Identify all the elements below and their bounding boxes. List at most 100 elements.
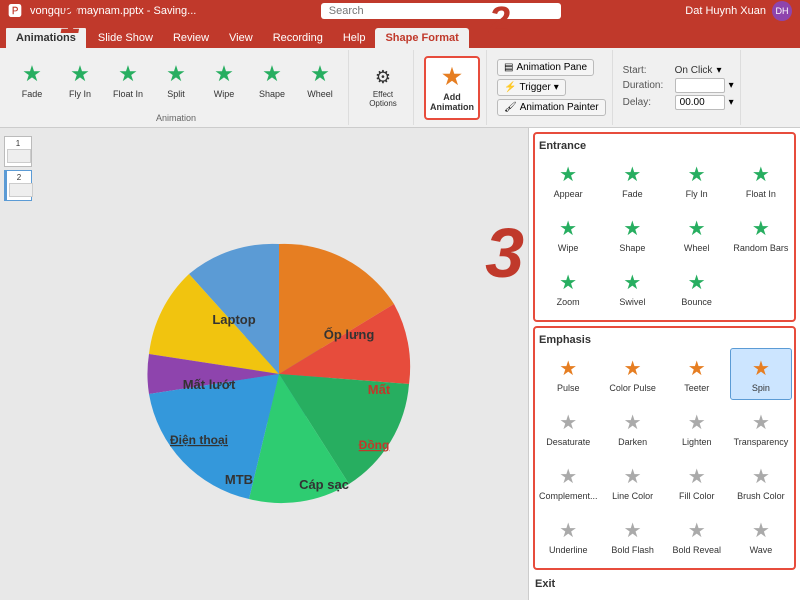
anim-wave[interactable]: ★ Wave bbox=[730, 510, 792, 562]
transparency-label: Transparency bbox=[734, 437, 789, 447]
tab-recording[interactable]: Recording bbox=[263, 28, 333, 48]
anim-darken[interactable]: ★ Darken bbox=[602, 402, 664, 454]
anim-exit-3[interactable]: ▲ bbox=[666, 592, 730, 600]
tab-slideshow[interactable]: Slide Show bbox=[88, 28, 163, 48]
anim-flyin-panel[interactable]: ★ Fly In bbox=[666, 154, 728, 206]
anim-wipe-panel[interactable]: ★ Wipe bbox=[537, 208, 599, 260]
split-label: Split bbox=[167, 89, 185, 99]
trigger-button[interactable]: ⚡ Trigger ▾ bbox=[497, 79, 566, 96]
anim-linecolor[interactable]: ★ Line Color bbox=[602, 456, 664, 508]
flyin-icon: ★ bbox=[70, 61, 90, 87]
tab-view[interactable]: View bbox=[219, 28, 263, 48]
anim-bounce[interactable]: ★ Bounce bbox=[666, 262, 728, 314]
anim-fade[interactable]: ★ Fade bbox=[10, 52, 54, 108]
anim-zoom[interactable]: ★ Zoom bbox=[537, 262, 599, 314]
anim-floatin[interactable]: ★ Float In bbox=[106, 52, 150, 108]
anim-boldreveal[interactable]: ★ Bold Reveal bbox=[666, 510, 728, 562]
anim-lighten[interactable]: ★ Lighten bbox=[666, 402, 728, 454]
split-icon: ★ bbox=[166, 61, 186, 87]
spin-icon: ★ bbox=[752, 356, 770, 381]
anim-boldflash[interactable]: ★ Bold Flash bbox=[602, 510, 664, 562]
shape-anim-icon: ★ bbox=[262, 61, 282, 87]
animation-painter-button[interactable]: 🖌 Animation Painter bbox=[497, 99, 606, 116]
anim-shape[interactable]: ★ Shape bbox=[250, 52, 294, 108]
wipe-panel-icon: ★ bbox=[559, 216, 577, 241]
slide-thumb-2[interactable]: 2 bbox=[4, 170, 32, 201]
titlebar-center bbox=[196, 3, 685, 19]
search-input[interactable] bbox=[321, 3, 561, 19]
anim-appear[interactable]: ★ Appear bbox=[537, 154, 599, 206]
underline-label: Underline bbox=[549, 545, 588, 555]
shape-label: Shape bbox=[259, 89, 285, 99]
anim-floatin-panel[interactable]: ★ Float In bbox=[730, 154, 792, 206]
duration-input[interactable] bbox=[675, 78, 725, 93]
anim-fade-panel[interactable]: ★ Fade bbox=[601, 154, 663, 206]
boldreveal-icon: ★ bbox=[688, 518, 706, 543]
tab-review[interactable]: Review bbox=[163, 28, 219, 48]
underline-icon: ★ bbox=[559, 518, 577, 543]
anim-fillcolor[interactable]: ★ Fill Color bbox=[666, 456, 728, 508]
duration-chevron[interactable]: ▾ bbox=[729, 80, 734, 91]
teeter-label: Teeter bbox=[684, 383, 709, 393]
tab-help[interactable]: Help bbox=[333, 28, 376, 48]
delay-row: Delay: ▾ bbox=[623, 95, 734, 110]
svg-text:Cáp sạc: Cáp sạc bbox=[299, 477, 349, 492]
anim-teeter[interactable]: ★ Teeter bbox=[666, 348, 728, 400]
anim-transparency[interactable]: ★ Transparency bbox=[730, 402, 792, 454]
anim-desaturate[interactable]: ★ Desaturate bbox=[537, 402, 600, 454]
app-icon: 🅿 bbox=[8, 1, 22, 21]
anim-complement[interactable]: ★ Complement... bbox=[537, 456, 600, 508]
anim-wheel-panel[interactable]: ★ Wheel bbox=[666, 208, 728, 260]
tab-animations[interactable]: Animations bbox=[4, 26, 88, 48]
randombars-label: Random Bars bbox=[733, 243, 788, 253]
start-chevron[interactable]: ▾ bbox=[716, 65, 721, 76]
pulse-label: Pulse bbox=[557, 383, 580, 393]
anim-flyin[interactable]: ★ Fly In bbox=[58, 52, 102, 108]
complement-label: Complement... bbox=[539, 491, 598, 501]
darken-icon: ★ bbox=[624, 410, 642, 435]
tab-shape-format[interactable]: Shape Format bbox=[375, 28, 468, 48]
lighten-icon: ★ bbox=[688, 410, 706, 435]
user-avatar: DH bbox=[772, 1, 792, 21]
anim-wipe[interactable]: ★ Wipe bbox=[202, 52, 246, 108]
anim-swivel[interactable]: ★ Swivel bbox=[601, 262, 663, 314]
desaturate-label: Desaturate bbox=[546, 437, 590, 447]
anim-underline[interactable]: ★ Underline bbox=[537, 510, 600, 562]
anim-exit-1[interactable]: ★ bbox=[533, 592, 597, 600]
annotation-3: 3 bbox=[485, 218, 524, 288]
anim-spin[interactable]: ★ Spin bbox=[730, 348, 792, 400]
fade-panel-icon: ★ bbox=[623, 162, 641, 187]
start-val: On Click bbox=[675, 65, 713, 76]
anim-wheel[interactable]: ★ Wheel bbox=[298, 52, 342, 108]
brushcolor-icon: ★ bbox=[752, 464, 770, 489]
add-animation-button[interactable]: ★ AddAnimation bbox=[424, 56, 480, 120]
emphasis-section: Emphasis ★ Pulse ★ Color Pulse ★ Teeter … bbox=[533, 326, 796, 570]
bounce-label: Bounce bbox=[681, 297, 712, 307]
trigger-icon: ⚡ bbox=[504, 82, 516, 93]
effect-options-btn[interactable]: ⚙ Effect Options bbox=[359, 60, 407, 116]
duration-row: Duration: ▾ bbox=[623, 78, 734, 93]
slide-thumb-1[interactable]: 1 bbox=[4, 136, 32, 167]
randombars-icon: ★ bbox=[752, 216, 770, 241]
anim-randombars[interactable]: ★ Random Bars bbox=[730, 208, 792, 260]
shape-panel-icon: ★ bbox=[623, 216, 641, 241]
anim-brushcolor[interactable]: ★ Brush Color bbox=[730, 456, 792, 508]
delay-chevron[interactable]: ▾ bbox=[729, 97, 734, 108]
fade-panel-label: Fade bbox=[622, 189, 643, 199]
timing-controls: Start: On Click ▾ Duration: ▾ Delay: ▾ bbox=[623, 65, 734, 110]
fade-label: Fade bbox=[22, 89, 43, 99]
anim-pulse[interactable]: ★ Pulse bbox=[537, 348, 600, 400]
brushcolor-label: Brush Color bbox=[737, 491, 785, 501]
linecolor-icon: ★ bbox=[624, 464, 642, 489]
animation-pane-button[interactable]: ▤ Animation Pane bbox=[497, 59, 594, 76]
trigger-label: Trigger bbox=[519, 82, 550, 93]
anim-exit-2[interactable]: ▲▼ bbox=[599, 592, 663, 600]
anim-split[interactable]: ★ Split bbox=[154, 52, 198, 108]
anim-colorpulse[interactable]: ★ Color Pulse bbox=[602, 348, 664, 400]
start-row: Start: On Click ▾ bbox=[623, 65, 734, 76]
zoom-icon: ★ bbox=[559, 270, 577, 295]
shape-panel-label: Shape bbox=[619, 243, 645, 253]
anim-shape-panel[interactable]: ★ Shape bbox=[601, 208, 663, 260]
wave-label: Wave bbox=[750, 545, 773, 555]
delay-input[interactable] bbox=[675, 95, 725, 110]
